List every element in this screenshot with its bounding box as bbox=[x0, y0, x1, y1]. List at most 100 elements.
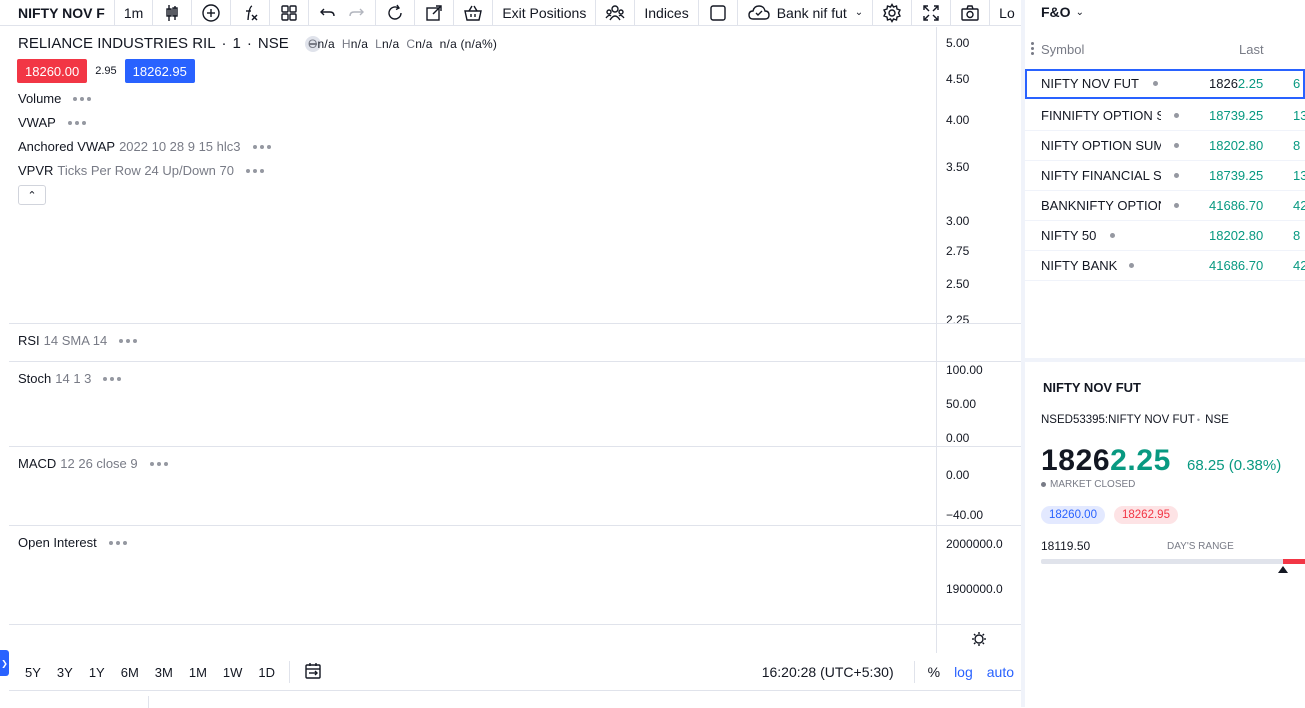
more-icon[interactable] bbox=[245, 168, 264, 173]
watchlist-title: F&O bbox=[1041, 4, 1071, 20]
watchlist-switch-button[interactable]: Bank nif fut ⌄ bbox=[738, 0, 874, 25]
watchlist-selector[interactable]: F&O ⌄ bbox=[1041, 4, 1084, 20]
fullscreen-button[interactable] bbox=[912, 0, 952, 25]
compare-button[interactable] bbox=[192, 0, 232, 25]
chart-type-button[interactable] bbox=[153, 0, 193, 25]
main-pane[interactable]: RELIANCE INDUSTRIES RIL · 1 · NSE On/a H… bbox=[9, 27, 1021, 324]
settings-button[interactable] bbox=[873, 0, 913, 25]
watchlist-row[interactable]: NIFTY BANK 41686.70 42 bbox=[1025, 251, 1305, 281]
collapse-legend-button[interactable]: ⌃ bbox=[18, 185, 46, 205]
row-change: 8 bbox=[1293, 138, 1301, 153]
indicator-vpvr[interactable]: VPVR Ticks Per Row 24 Up/Down 70 bbox=[18, 163, 264, 178]
more-icon[interactable] bbox=[73, 96, 92, 101]
more-icon[interactable] bbox=[103, 376, 122, 381]
exit-positions-button[interactable]: Exit Positions bbox=[493, 0, 597, 25]
refresh-button[interactable] bbox=[376, 0, 416, 25]
range-5y-button[interactable]: 5Y bbox=[9, 665, 49, 680]
percent-scale-toggle[interactable]: % bbox=[921, 664, 947, 680]
undo-button[interactable] bbox=[309, 0, 342, 25]
drag-handle-icon[interactable] bbox=[1031, 42, 1034, 57]
sell-button[interactable]: 18260.00 bbox=[17, 59, 88, 83]
symbol-search-button[interactable]: NIFTY NOV F bbox=[0, 0, 115, 25]
separator-dot: • bbox=[1196, 415, 1200, 425]
watchlist-row[interactable]: BANKNIFTY OPTION 41686.70 42 bbox=[1025, 191, 1305, 221]
rsi-pane[interactable]: RSI 14 SMA 14 bbox=[9, 324, 1021, 362]
status-dot-icon bbox=[1174, 173, 1179, 178]
screenshot-button[interactable] bbox=[951, 0, 991, 25]
indicator-params: 12 26 close 9 bbox=[60, 456, 138, 471]
range-1y-button[interactable]: 1Y bbox=[81, 665, 113, 680]
column-symbol[interactable]: Symbol bbox=[1041, 42, 1084, 57]
symbol-label: NIFTY NOV F bbox=[18, 4, 105, 21]
indicators-button[interactable] bbox=[231, 0, 271, 25]
log-scale-toggle[interactable]: log bbox=[947, 664, 980, 680]
indicator-name: Anchored VWAP bbox=[18, 139, 116, 154]
low-value: n/a bbox=[382, 37, 400, 51]
clock-timezone[interactable]: 16:20:28 (UTC+5:30) bbox=[748, 664, 908, 680]
axis-settings-button[interactable] bbox=[936, 625, 1021, 653]
more-icon[interactable] bbox=[119, 338, 138, 343]
redo-button[interactable] bbox=[342, 0, 377, 25]
details-full-symbol: NSED53395:NIFTY NOV FUT bbox=[1041, 414, 1195, 426]
panel-separator[interactable] bbox=[1025, 358, 1305, 362]
bid-chip[interactable]: 18260.00 bbox=[1041, 506, 1105, 524]
more-icon[interactable] bbox=[252, 144, 271, 149]
people-button[interactable] bbox=[596, 0, 636, 25]
watchlist-row[interactable]: FINNIFTY OPTION S 18739.25 13 bbox=[1025, 101, 1305, 131]
basket-button[interactable] bbox=[454, 0, 494, 25]
price-tick: 4.50 bbox=[946, 72, 970, 86]
divider bbox=[913, 661, 915, 683]
price-main: 1826 bbox=[1041, 444, 1111, 477]
range-1m-button[interactable]: 1M bbox=[181, 665, 215, 680]
macd-pane[interactable]: MACD 12 26 close 9 0.00 −40.00 bbox=[9, 447, 1021, 526]
range-6m-button[interactable]: 6M bbox=[113, 665, 147, 680]
auto-scale-toggle[interactable]: auto bbox=[980, 664, 1021, 680]
redo-icon bbox=[349, 8, 365, 16]
range-3m-button[interactable]: 3M bbox=[147, 665, 181, 680]
indicator-params: 2022 10 28 9 15 hlc3 bbox=[119, 139, 241, 154]
indicator-rsi[interactable]: RSI 14 SMA 14 bbox=[18, 333, 138, 348]
indicator-open-interest[interactable]: Open Interest bbox=[18, 535, 127, 550]
open-value: n/a bbox=[317, 37, 335, 51]
more-icon[interactable] bbox=[67, 120, 86, 125]
range-3y-button[interactable]: 3Y bbox=[49, 665, 81, 680]
watchlist-row[interactable]: NIFTY NOV FUT 18262.25 6 bbox=[1025, 69, 1305, 99]
templates-button[interactable] bbox=[270, 0, 310, 25]
indices-button[interactable]: Indices bbox=[635, 0, 699, 25]
indicator-vwap[interactable]: VWAP bbox=[18, 115, 86, 130]
indicator-volume[interactable]: Volume bbox=[18, 91, 92, 106]
market-status: MARKET CLOSED bbox=[1041, 479, 1135, 490]
series-legend: RELIANCE INDUSTRIES RIL · 1 · NSE bbox=[18, 35, 321, 52]
row-symbol: FINNIFTY OPTION S bbox=[1041, 108, 1161, 123]
popout-button[interactable] bbox=[415, 0, 455, 25]
ask-chip[interactable]: 18262.95 bbox=[1114, 506, 1178, 524]
days-range-label: DAY'S RANGE bbox=[1167, 541, 1234, 552]
watchlist-row[interactable]: NIFTY FINANCIAL SE 18739.25 13 bbox=[1025, 161, 1305, 191]
column-last[interactable]: Last bbox=[1239, 42, 1264, 57]
watchlist-row[interactable]: NIFTY 50 18202.80 8 bbox=[1025, 221, 1305, 251]
interval-button[interactable]: 1m bbox=[115, 0, 154, 25]
range-1w-button[interactable]: 1W bbox=[215, 665, 251, 680]
watchlist-row[interactable]: NIFTY OPTION SUMM 18202.80 8 bbox=[1025, 131, 1305, 161]
login-button[interactable]: Lo bbox=[990, 0, 1022, 25]
more-icon[interactable] bbox=[108, 540, 127, 545]
open-interest-pane[interactable]: Open Interest 2000000.0 1900000.0 bbox=[9, 526, 1021, 625]
more-icon[interactable] bbox=[149, 461, 168, 466]
chart-area[interactable]: RELIANCE INDUSTRIES RIL · 1 · NSE On/a H… bbox=[9, 27, 1021, 653]
indicator-stoch[interactable]: Stoch 14 1 3 bbox=[18, 371, 122, 386]
range-1d-button[interactable]: 1D bbox=[250, 665, 283, 680]
series-name: RELIANCE INDUSTRIES RIL bbox=[18, 35, 216, 52]
indicator-anchored-vwap[interactable]: Anchored VWAP 2022 10 28 9 15 hlc3 bbox=[18, 139, 271, 154]
layout-button[interactable] bbox=[699, 0, 738, 25]
grid-icon bbox=[281, 4, 298, 21]
interval-label: 1m bbox=[123, 4, 144, 21]
buy-button[interactable]: 18262.95 bbox=[124, 59, 195, 83]
indicator-macd[interactable]: MACD 12 26 close 9 bbox=[18, 456, 168, 471]
row-change: 13 bbox=[1293, 168, 1305, 183]
bottom-panel-strip bbox=[9, 690, 1021, 708]
expand-left-panel-button[interactable]: ❯ bbox=[0, 650, 9, 676]
high-value: n/a bbox=[350, 37, 369, 51]
stoch-pane[interactable]: Stoch 14 1 3 100.00 50.00 0.00 bbox=[9, 362, 1021, 447]
indicator-name: Stoch bbox=[18, 371, 52, 386]
goto-date-button[interactable] bbox=[296, 662, 330, 683]
